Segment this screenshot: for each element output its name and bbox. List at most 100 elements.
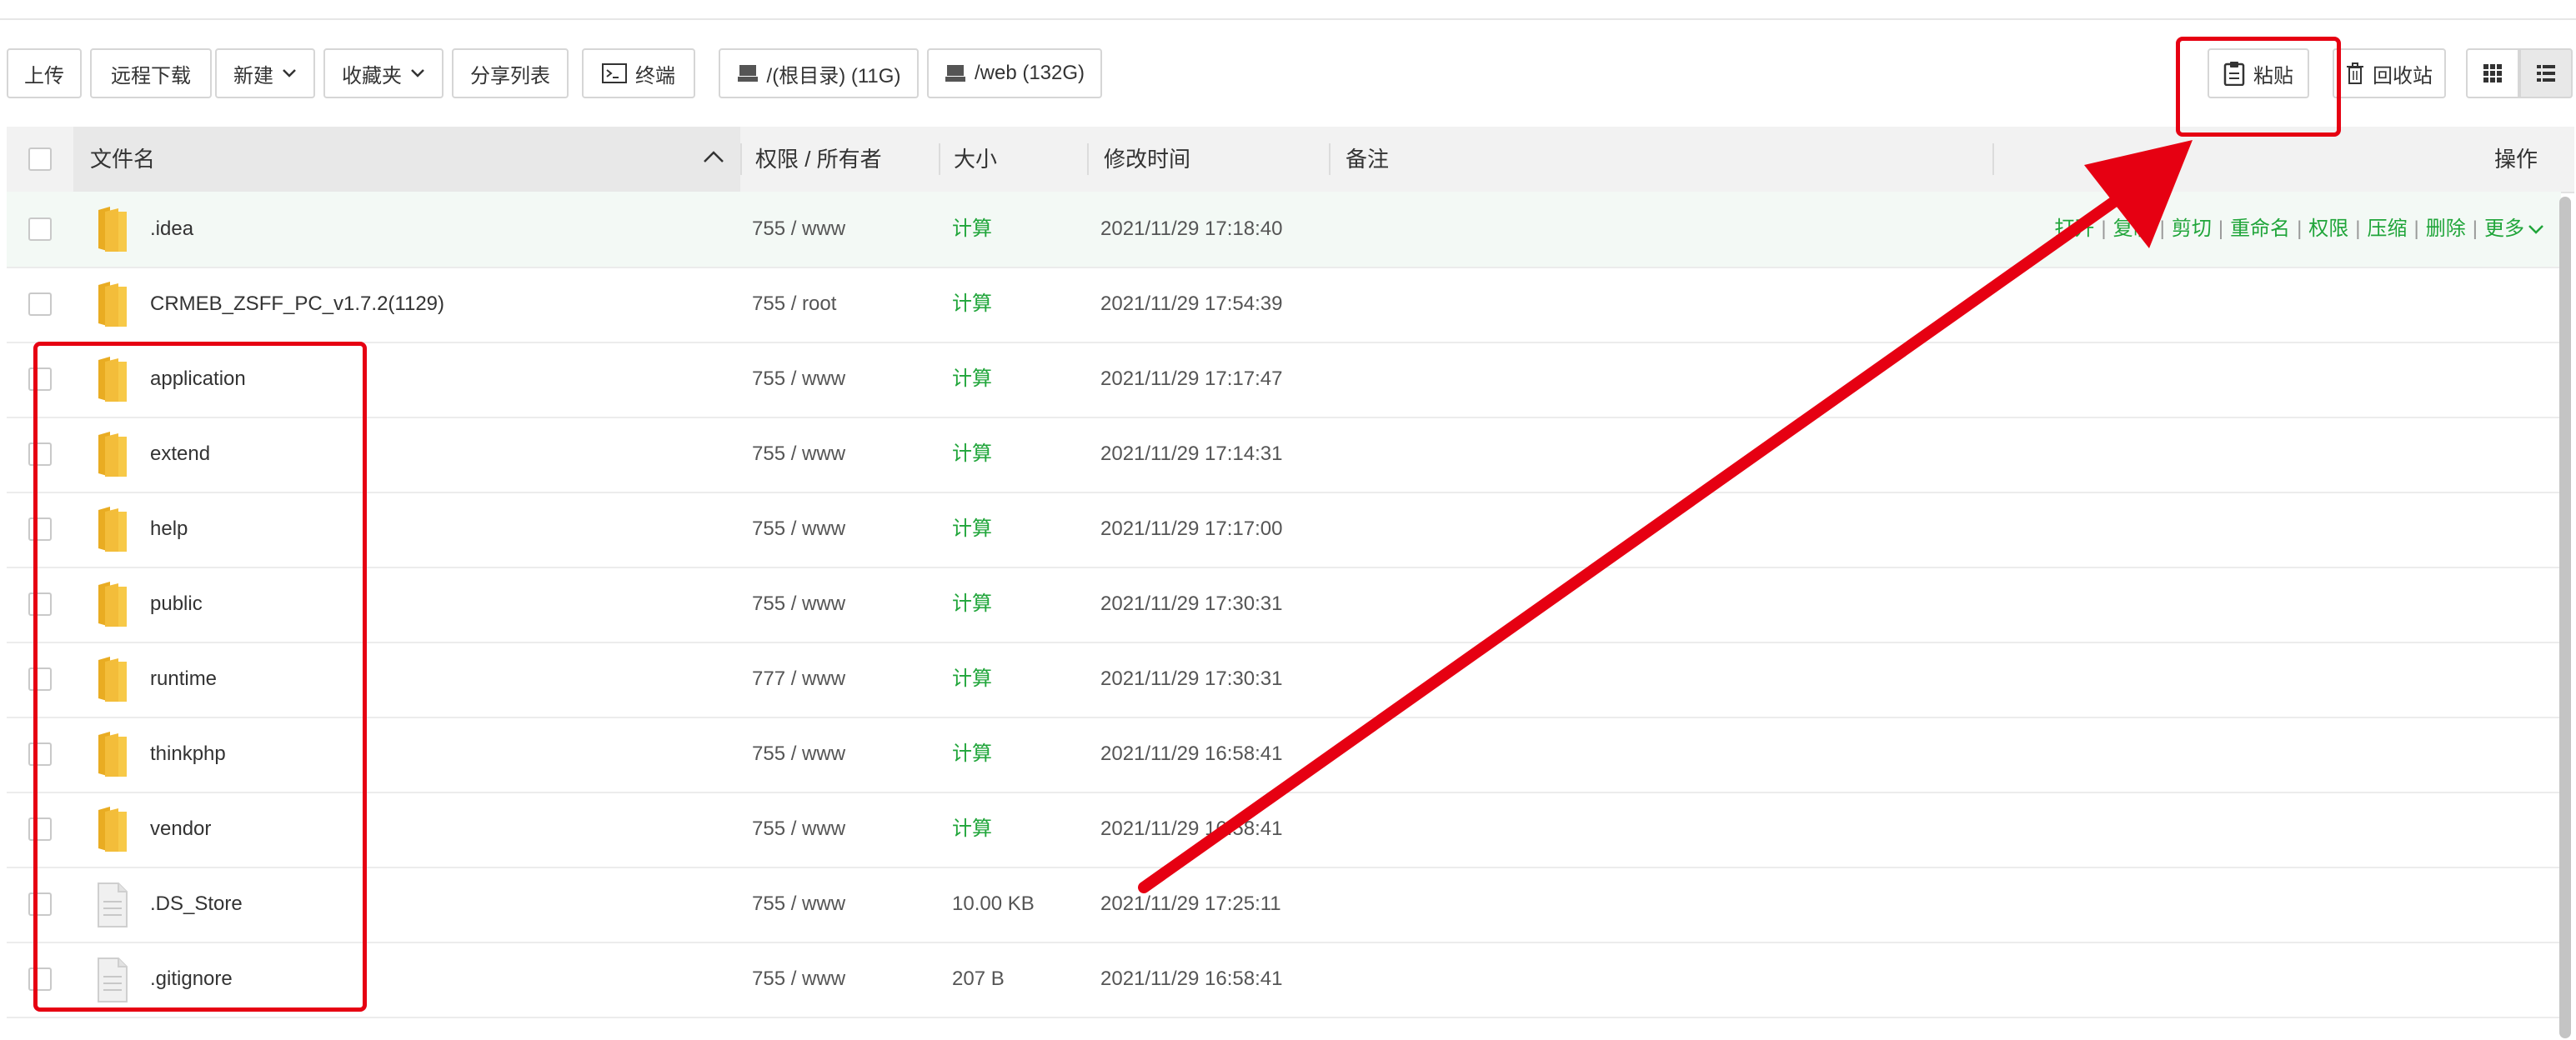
favorites-button[interactable]: 收藏夹 [323, 48, 444, 98]
file-permission[interactable]: 755 / www [752, 192, 845, 267]
file-size[interactable]: 计算 [952, 792, 992, 867]
disk-root-label: /(根目录) (11G) [766, 64, 901, 88]
file-size[interactable]: 计算 [952, 417, 992, 492]
row-checkbox[interactable] [28, 218, 52, 241]
annotation-box-files [33, 342, 367, 1012]
select-all-checkbox[interactable] [28, 148, 52, 171]
ops-separator: | [2101, 218, 2107, 240]
vertical-scrollbar[interactable] [2559, 197, 2571, 1038]
column-divider [1087, 143, 1089, 175]
grid-view-icon [2483, 64, 2502, 82]
ops-separator: | [2472, 218, 2478, 240]
chevron-down-icon[interactable] [2528, 223, 2544, 235]
recycle-bin-button[interactable]: 回收站 [2333, 48, 2446, 98]
row-op-link[interactable]: 打开 [2054, 218, 2094, 240]
table-row[interactable]: .idea 755 / www 计算 2021/11/29 17:18:40 打开 | 复制… [7, 192, 2561, 268]
ops-separator: | [2355, 218, 2361, 240]
new-button[interactable]: 新建 [215, 48, 315, 98]
file-permission[interactable]: 755 / www [752, 792, 845, 867]
file-permission[interactable]: 777 / www [752, 642, 845, 717]
file-size[interactable]: 计算 [952, 492, 992, 567]
folder-icon [98, 282, 127, 327]
new-label: 新建 [233, 64, 273, 88]
file-permission[interactable]: 755 / www [752, 717, 845, 792]
row-op-link[interactable]: 重命名 [2230, 218, 2290, 240]
header-name[interactable]: 文件名 [90, 127, 155, 192]
file-permission[interactable]: 755 / www [752, 567, 845, 642]
sort-ascending-icon[interactable] [703, 150, 724, 163]
share-list-label: 分享列表 [470, 64, 550, 88]
sorted-column-bg [73, 127, 740, 192]
row-op-link[interactable]: 删除 [2426, 218, 2466, 240]
file-permission[interactable]: 755 / www [752, 492, 845, 567]
table-row[interactable]: extend 755 / www 计算 2021/11/29 17:14:31 [7, 417, 2561, 493]
file-permission[interactable]: 755 / root [752, 267, 836, 342]
header-size[interactable]: 大小 [954, 127, 997, 192]
file-mtime: 2021/11/29 17:17:00 [1100, 518, 1283, 540]
file-permission[interactable]: 755 / www [752, 342, 845, 417]
file-name[interactable]: CRMEB_ZSFF_PC_v1.7.2(1129) [150, 267, 444, 342]
ops-separator: | [2297, 218, 2303, 240]
folder-icon [98, 207, 127, 252]
list-view-button[interactable] [2519, 48, 2573, 98]
row-op-link[interactable]: 剪切 [2172, 218, 2212, 240]
table-row[interactable]: .DS_Store 755 / www 10.00 KB 2021/11/29 17:… [7, 867, 2561, 943]
file-mtime: 2021/11/29 16:58:41 [1100, 818, 1283, 840]
file-mtime: 2021/11/29 17:18:40 [1100, 218, 1283, 240]
file-size[interactable]: 计算 [952, 267, 992, 342]
disk-icon [945, 65, 965, 82]
table-row[interactable]: CRMEB_ZSFF_PC_v1.7.2(1129) 755 / root 计算 20… [7, 267, 2561, 343]
row-checkbox[interactable] [28, 292, 52, 316]
chevron-down-icon [411, 69, 424, 78]
terminal-button[interactable]: 终端 [582, 48, 695, 98]
header-permission[interactable]: 权限 / 所有者 [755, 127, 882, 192]
ops-separator: | [2159, 218, 2165, 240]
disk-web-label: /web (132G) [974, 62, 1085, 84]
column-divider [740, 143, 742, 175]
file-mtime: 2021/11/29 17:25:11 [1100, 892, 1281, 915]
table-row[interactable]: help 755 / www 计算 2021/11/29 17:17:00 [7, 492, 2561, 568]
list-view-icon [2537, 65, 2555, 82]
column-divider [1329, 143, 1331, 175]
terminal-icon [602, 63, 627, 83]
table-row[interactable]: thinkphp 755 / www 计算 2021/11/29 16:58:41 [7, 717, 2561, 793]
annotation-box-paste [2176, 37, 2341, 137]
row-op-link[interactable]: 权限 [2308, 218, 2348, 240]
ops-separator: | [2413, 218, 2419, 240]
file-mtime: 2021/11/29 17:30:31 [1100, 668, 1283, 690]
disk-web-button[interactable]: /web (132G) [927, 48, 1102, 98]
file-size: 10.00 KB [952, 892, 1035, 915]
remote-download-button[interactable]: 远程下载 [90, 48, 212, 98]
row-op-link[interactable]: 复制 [2113, 218, 2153, 240]
file-size[interactable]: 计算 [952, 717, 992, 792]
file-mtime: 2021/11/29 17:30:31 [1100, 592, 1283, 615]
file-permission[interactable]: 755 / www [752, 942, 845, 1017]
file-size[interactable]: 计算 [952, 192, 992, 267]
top-divider [0, 18, 2576, 20]
table-row[interactable]: public 755 / www 计算 2021/11/29 17:30:31 [7, 567, 2561, 643]
grid-view-button[interactable] [2466, 48, 2519, 98]
row-operations: 打开 | 复制 | 剪切 | 重命名 | 权限 | 压缩 | 删除 | 更多 [2054, 192, 2544, 267]
table-row[interactable]: runtime 777 / www 计算 2021/11/29 17:30:31 [7, 642, 2561, 718]
share-list-button[interactable]: 分享列表 [452, 48, 569, 98]
file-size[interactable]: 计算 [952, 342, 992, 417]
table-row[interactable]: vendor 755 / www 计算 2021/11/29 16:58:41 [7, 792, 2561, 868]
file-permission[interactable]: 755 / www [752, 867, 845, 942]
table-row[interactable]: .gitignore 755 / www 207 B 2021/11/29 16:58… [7, 942, 2561, 1018]
file-permission[interactable]: 755 / www [752, 417, 845, 492]
upload-button[interactable]: 上传 [7, 48, 82, 98]
file-mtime: 2021/11/29 17:17:47 [1100, 368, 1283, 390]
file-size: 207 B [952, 968, 1005, 990]
header-mtime[interactable]: 修改时间 [1104, 127, 1190, 192]
row-op-link[interactable]: 压缩 [2368, 218, 2408, 240]
file-size[interactable]: 计算 [952, 642, 992, 717]
file-mtime: 2021/11/29 16:58:41 [1100, 742, 1283, 765]
file-name[interactable]: .idea [150, 192, 193, 267]
table-header: 文件名 权限 / 所有者 大小 修改时间 备注 操作 [7, 127, 2574, 193]
column-divider [1992, 143, 1994, 175]
file-size[interactable]: 计算 [952, 567, 992, 642]
favorites-label: 收藏夹 [342, 64, 402, 88]
table-row[interactable]: application 755 / www 计算 2021/11/29 17:17:4… [7, 342, 2561, 418]
disk-root-button[interactable]: /(根目录) (11G) [719, 48, 919, 98]
row-op-link[interactable]: 更多 [2484, 218, 2524, 240]
